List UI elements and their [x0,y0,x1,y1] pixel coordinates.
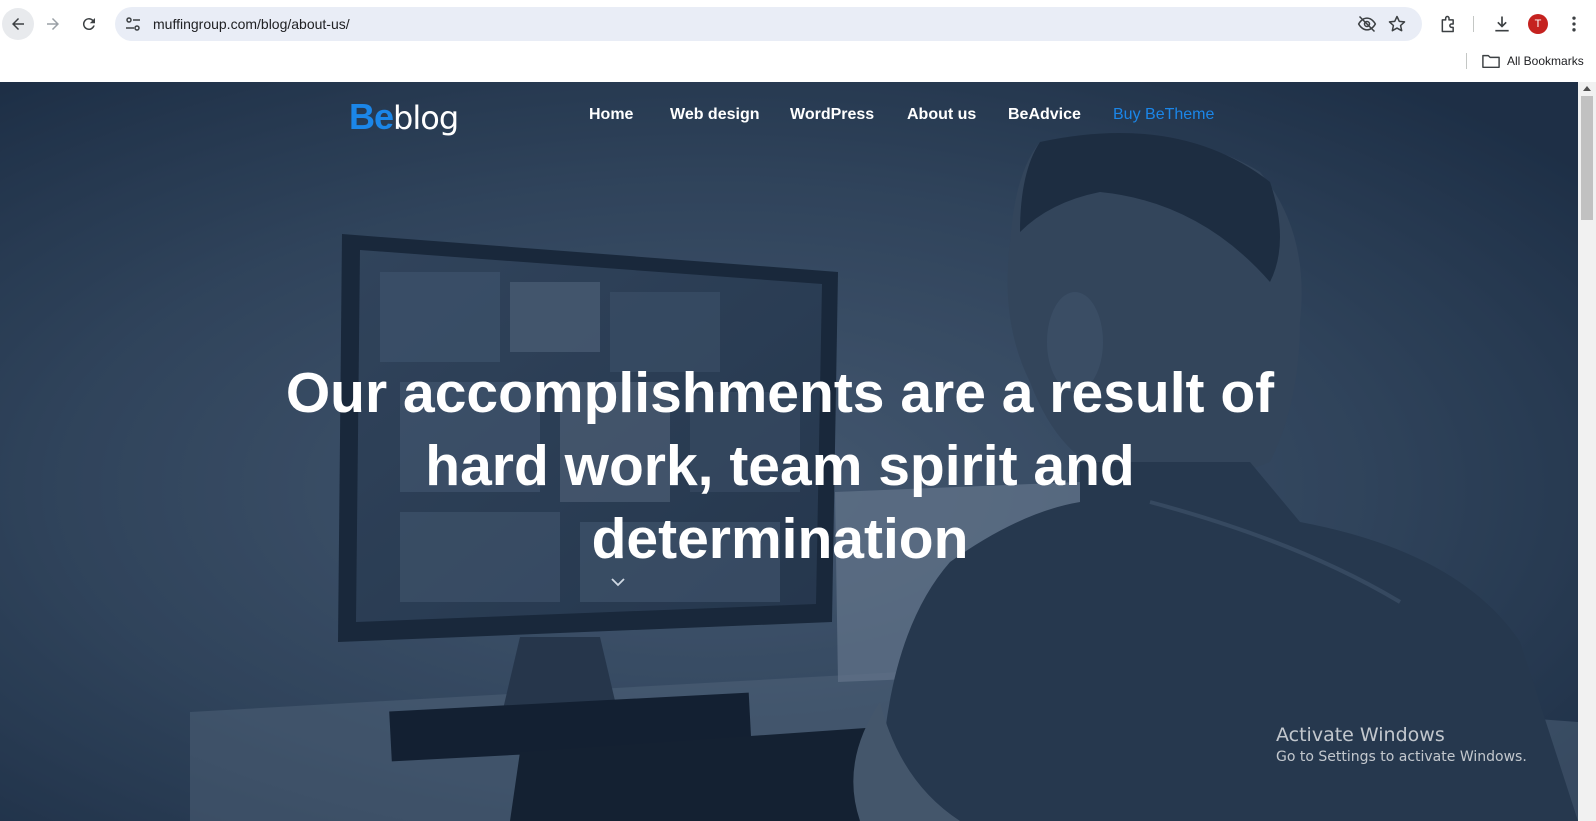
main-menu: Home Web design WordPress About us BeAdv… [0,106,1578,136]
watermark-subtitle: Go to Settings to activate Windows. [1276,749,1527,765]
menu-item-beadvice[interactable]: BeAdvice [1008,106,1081,124]
star-icon[interactable] [1387,14,1407,34]
url-text: muffingroup.com/blog/about-us/ [153,16,350,32]
bookmarks-divider [1466,53,1467,69]
forward-button[interactable] [37,8,69,40]
toolbar-divider [1473,16,1474,32]
scrollbar-thumb[interactable] [1581,96,1593,220]
menu-item-buy-betheme[interactable]: Buy BeTheme [1113,106,1214,124]
download-icon[interactable] [1490,12,1514,36]
more-vert-icon[interactable] [1562,12,1586,36]
extensions-icon[interactable] [1437,12,1461,36]
reload-button[interactable] [73,8,105,40]
browser-toolbar: muffingroup.com/blog/about-us/ T [0,0,1596,48]
forward-arrow-icon [47,18,59,30]
menu-item-home[interactable]: Home [589,106,633,124]
menu-item-wordpress[interactable]: WordPress [790,106,874,124]
reload-icon [82,18,95,31]
site-settings-icon[interactable] [123,14,143,34]
chevron-down-icon[interactable] [610,576,626,588]
windows-activation-watermark: Activate Windows Go to Settings to activ… [1276,724,1527,765]
menu-item-web-design[interactable]: Web design [670,106,760,124]
bookmarks-bar [0,48,1596,82]
back-button[interactable] [2,8,34,40]
scroll-up-arrow-icon[interactable] [1583,86,1591,91]
watermark-title: Activate Windows [1276,724,1445,746]
page-viewport: Beblog Home Web design WordPress About u… [0,82,1578,821]
menu-item-about-us[interactable]: About us [907,106,976,124]
back-arrow-icon [12,18,24,30]
address-bar[interactable]: muffingroup.com/blog/about-us/ [115,7,1422,41]
profile-avatar[interactable]: T [1528,14,1548,34]
page-scrollbar[interactable] [1578,82,1596,821]
eye-off-icon[interactable] [1357,14,1377,34]
all-bookmarks-button[interactable]: All Bookmarks [1482,50,1584,72]
hero-headline: Our accomplishments are a result of hard… [285,361,1275,571]
folder-icon [1482,54,1500,69]
all-bookmarks-label: All Bookmarks [1507,54,1584,68]
